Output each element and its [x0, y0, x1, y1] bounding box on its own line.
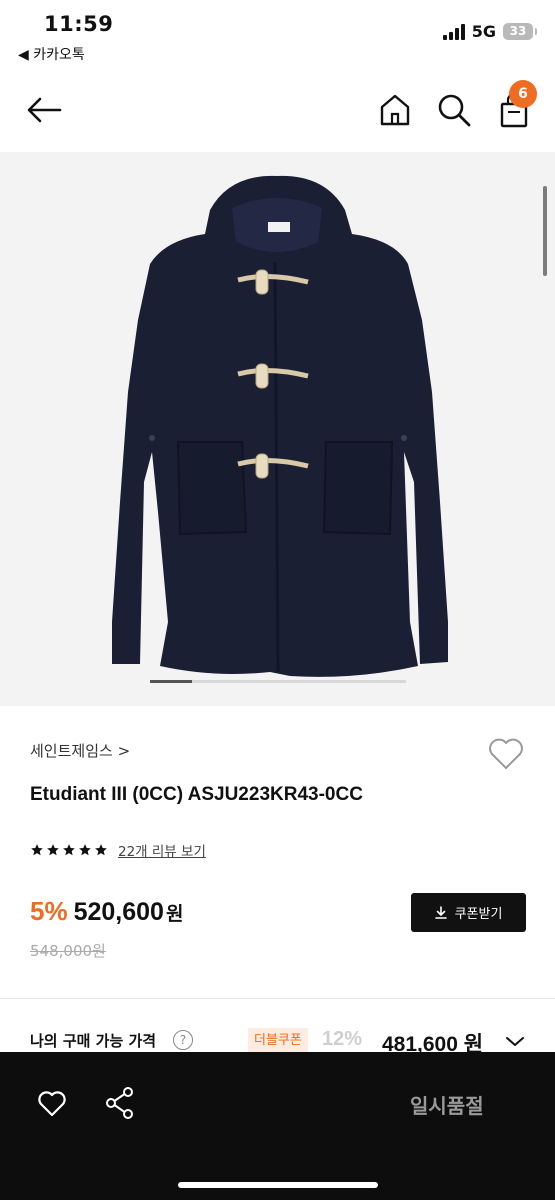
discount-rate: 5%: [30, 896, 68, 926]
top-nav: [0, 70, 555, 150]
status-indicators: 5G 33: [442, 22, 537, 41]
star-icon: [31, 844, 43, 856]
product-image-gallery[interactable]: [0, 152, 555, 706]
home-indicator: [178, 1182, 378, 1188]
signal-icon: [442, 23, 465, 40]
product-title: Etudiant III (0CC) ASJU223KR43-0CC: [30, 784, 363, 805]
status-time: 11:59: [44, 12, 114, 36]
home-icon[interactable]: [378, 92, 412, 128]
heart-icon[interactable]: [486, 734, 526, 772]
get-coupon-button[interactable]: 쿠폰받기: [411, 893, 526, 932]
price-unit: 원: [165, 903, 184, 925]
back-arrow-icon[interactable]: [24, 92, 64, 128]
price-row: 5% 520,600 원: [30, 896, 183, 927]
star-icon: [47, 844, 59, 856]
review-link[interactable]: 22개 리뷰 보기: [118, 840, 206, 860]
rating-stars: [30, 843, 108, 857]
star-icon: [79, 844, 91, 856]
rating-row: 22개 리뷰 보기: [30, 840, 206, 860]
section-divider: [0, 998, 555, 999]
bottom-action-bar: 일시품절: [0, 1052, 555, 1200]
gallery-page-indicator: [150, 680, 406, 683]
gallery-active-indicator: [150, 680, 192, 683]
network-label: 5G: [471, 22, 496, 41]
battery-icon: 33: [503, 23, 537, 40]
back-to-app-link[interactable]: ◀ 카카오톡: [18, 44, 85, 64]
wishlist-heart-icon[interactable]: [36, 1088, 68, 1118]
sale-price: 520,600: [73, 898, 164, 926]
search-icon[interactable]: [436, 92, 472, 128]
get-coupon-label: 쿠폰받기: [454, 907, 503, 922]
brand-link[interactable]: 세인트제임스 >: [30, 740, 130, 761]
sold-out-button[interactable]: 일시품절: [410, 1090, 484, 1119]
chevron-down-icon[interactable]: [504, 1032, 526, 1050]
download-icon: [434, 906, 447, 919]
my-price-label: 나의 구매 가능 가격: [30, 1032, 157, 1050]
cart-count-badge: 6: [509, 80, 537, 108]
duffle-coat-image: [112, 175, 448, 677]
my-discount-rate: 12%: [322, 1028, 363, 1050]
star-icon: [63, 844, 75, 856]
status-bar: 11:59 ◀ 카카오톡 5G 33: [0, 0, 555, 70]
double-coupon-badge: 더블쿠폰: [248, 1028, 308, 1054]
gallery-scrollbar[interactable]: [543, 186, 547, 276]
star-icon: [95, 844, 107, 856]
share-icon[interactable]: [104, 1086, 136, 1120]
help-icon[interactable]: ?: [173, 1030, 193, 1050]
original-price: 548,000원: [30, 942, 106, 960]
